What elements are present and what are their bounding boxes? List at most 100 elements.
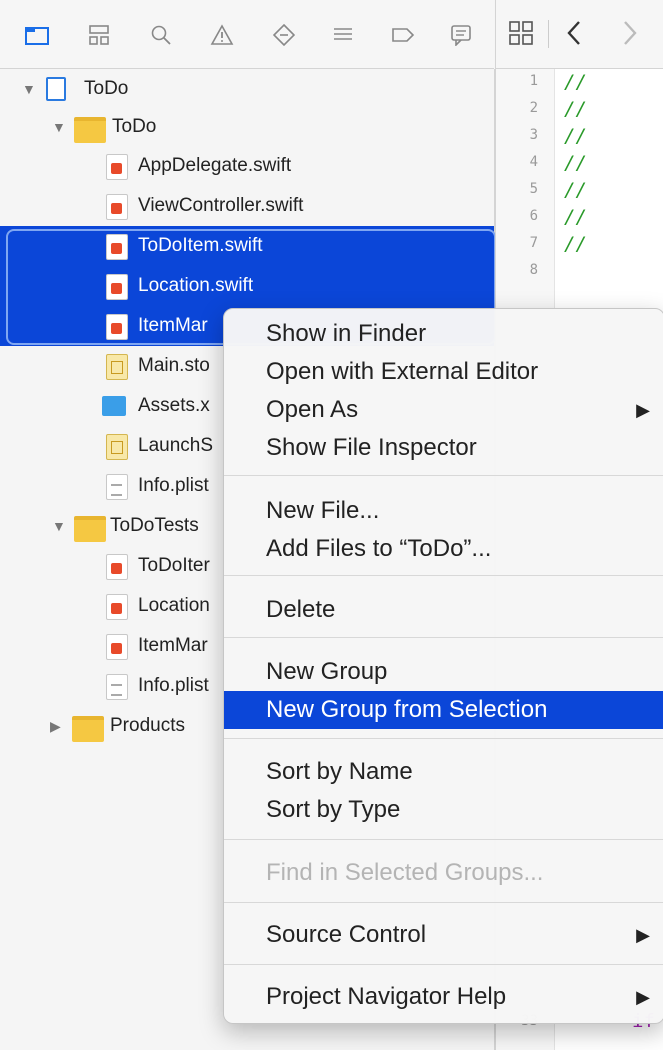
hierarchy-icon[interactable] (84, 20, 114, 50)
swift-file-icon (106, 594, 128, 620)
menu-item-label: Source Control (266, 921, 427, 948)
tree-row-label: Info.plist (138, 475, 209, 496)
menu-item-label: Open with External Editor (266, 358, 539, 385)
tree-row-project[interactable]: ▼ ToDo (0, 69, 494, 109)
swift-file-icon (106, 234, 128, 260)
menu-item-label: Add Files to “ToDo”... (266, 535, 492, 562)
tree-row-file[interactable]: AppDelegate.swift (0, 146, 494, 186)
line-number: 2 (529, 100, 538, 116)
swift-file-icon (106, 634, 128, 660)
menu-item-label: Open As (266, 396, 359, 423)
menu-item-label: New File... (266, 497, 380, 524)
chevron-right-icon[interactable] (622, 20, 638, 53)
tree-row-label: ItemMar (138, 315, 208, 336)
diamond-icon[interactable] (269, 20, 299, 50)
navigator-toolbar (0, 0, 494, 69)
swift-file-icon (106, 154, 128, 180)
swift-file-icon (106, 274, 128, 300)
menu-item-open-as[interactable]: Open As ▶ (224, 391, 663, 429)
tree-row-label: ItemMar (138, 635, 208, 656)
disclosure-open-icon[interactable]: ▼ (52, 119, 66, 135)
line-number: 6 (529, 208, 538, 224)
menu-item-source-control[interactable]: Source Control ▶ (224, 916, 663, 954)
menu-item-sort-by-name[interactable]: Sort by Name (224, 753, 663, 791)
code-comment: // (564, 179, 587, 201)
menu-item-sort-by-type[interactable]: Sort by Type (224, 791, 663, 829)
project-icon (46, 77, 66, 101)
code-comment: // (564, 152, 587, 174)
list-icon[interactable] (328, 20, 358, 50)
submenu-arrow-icon: ▶ (636, 924, 650, 945)
line-number: 5 (529, 181, 538, 197)
menu-item-new-file[interactable]: New File... (224, 492, 663, 530)
menu-item-add-files[interactable]: Add Files to “ToDo”... (224, 530, 663, 568)
menu-separator (224, 839, 663, 840)
message-icon[interactable] (446, 20, 476, 50)
tree-row-file[interactable]: ViewController.swift (0, 186, 494, 226)
folder-icon[interactable] (22, 20, 52, 50)
line-number: 4 (529, 154, 538, 170)
tree-row-label: ToDoItem.swift (138, 235, 263, 256)
tree-row-label: ToDo (112, 116, 157, 137)
swift-file-icon (106, 314, 128, 340)
tree-row-file-selected[interactable]: ToDoItem.swift (0, 226, 494, 266)
menu-item-open-external-editor[interactable]: Open with External Editor (224, 353, 663, 391)
menu-item-label: Sort by Name (266, 758, 413, 785)
asset-catalog-icon (102, 396, 126, 416)
menu-item-label: Show File Inspector (266, 434, 477, 461)
tree-row-label: Assets.x (138, 395, 210, 416)
submenu-arrow-icon: ▶ (636, 399, 650, 420)
storyboard-file-icon (106, 434, 128, 460)
grid-icon[interactable] (508, 20, 534, 53)
menu-separator (224, 637, 663, 638)
line-number: 8 (529, 262, 538, 278)
tree-row-label: Info.plist (138, 675, 209, 696)
submenu-arrow-icon: ▶ (636, 986, 650, 1007)
disclosure-open-icon[interactable]: ▼ (52, 518, 66, 534)
tree-row-label: ViewController.swift (138, 195, 304, 216)
tag-icon[interactable] (388, 20, 418, 50)
plist-file-icon (106, 474, 128, 500)
warning-icon[interactable] (207, 20, 237, 50)
menu-item-show-file-inspector[interactable]: Show File Inspector (224, 429, 663, 467)
disclosure-open-icon[interactable]: ▼ (22, 81, 36, 97)
code-comment: // (564, 125, 587, 147)
code-comment: // (564, 98, 587, 120)
editor-toolbar (495, 0, 663, 69)
menu-separator (224, 902, 663, 903)
menu-item-label: Delete (266, 596, 336, 623)
context-menu: Show in Finder Open with External Editor… (223, 308, 663, 1024)
swift-file-icon (106, 554, 128, 580)
menu-item-new-group-from-selection[interactable]: New Group from Selection (224, 691, 663, 729)
menu-item-show-in-finder[interactable]: Show in Finder (224, 315, 663, 353)
code-comment: // (564, 71, 587, 93)
storyboard-file-icon (106, 354, 128, 380)
menu-separator (224, 738, 663, 739)
menu-item-label: New Group from Selection (266, 696, 548, 723)
tree-row-file-selected[interactable]: Location.swift (0, 266, 494, 306)
chevron-left-icon[interactable] (566, 20, 582, 53)
menu-item-label: New Group (266, 658, 388, 685)
search-icon[interactable] (146, 20, 176, 50)
menu-item-label: Show in Finder (266, 320, 427, 347)
menu-item-new-group[interactable]: New Group (224, 653, 663, 691)
swift-file-icon (106, 194, 128, 220)
menu-item-delete[interactable]: Delete (224, 591, 663, 629)
menu-item-find-in-selected-groups: Find in Selected Groups... (224, 854, 663, 892)
menu-separator (224, 964, 663, 965)
menu-item-label: Project Navigator Help (266, 983, 507, 1010)
tree-row-label: AppDelegate.swift (138, 155, 292, 176)
tree-row-label: Location (138, 595, 210, 616)
folder-icon (74, 516, 106, 542)
tree-row-group[interactable]: ▼ ToDo (0, 107, 494, 147)
disclosure-closed-icon[interactable]: ▶ (50, 718, 61, 735)
tree-row-label: Location.swift (138, 275, 254, 296)
tree-row-label: ToDo (84, 78, 129, 99)
toolbar-divider (548, 20, 549, 48)
tree-row-label: LaunchS (138, 435, 214, 456)
menu-item-project-navigator-help[interactable]: Project Navigator Help ▶ (224, 978, 663, 1016)
tree-row-label: ToDoTests (110, 515, 199, 536)
tree-row-label: Products (110, 715, 185, 736)
menu-separator (224, 575, 663, 576)
folder-icon (72, 716, 104, 742)
